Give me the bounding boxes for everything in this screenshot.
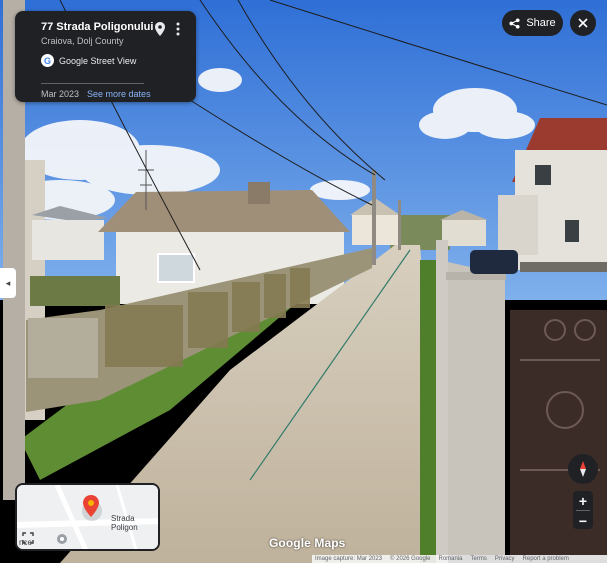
- compass-icon: [580, 461, 586, 477]
- street-view-brand: G Google Street View: [41, 54, 184, 67]
- region-link[interactable]: Romania: [439, 556, 463, 562]
- copyright: © 2026 Google: [390, 556, 431, 562]
- zoom-control: + −: [573, 491, 593, 529]
- location-info-card: 77 Strada Poligonului Craiova, Dolj Coun…: [15, 11, 196, 102]
- location-marker-icon: [83, 495, 99, 517]
- zoom-out-button[interactable]: −: [573, 511, 593, 530]
- capture-date-row: Mar 2023 See more dates: [41, 89, 151, 99]
- zoom-in-button[interactable]: +: [573, 491, 593, 510]
- google-maps-logo: Google Maps: [269, 536, 346, 550]
- street-view-brand-label: Google Street View: [59, 55, 137, 66]
- chevron-left-icon: ◂: [5, 277, 11, 288]
- more-vert-icon[interactable]: [174, 22, 182, 36]
- close-button[interactable]: [570, 10, 596, 36]
- location-subtitle: Craiova, Dolj County: [41, 36, 124, 46]
- share-label: Share: [526, 17, 556, 29]
- google-g-icon: G: [41, 54, 54, 67]
- close-icon: [578, 18, 588, 28]
- minimap-street-label: Strada Poligon: [111, 514, 138, 532]
- see-more-dates-link[interactable]: See more dates: [87, 89, 151, 99]
- image-capture-date: Image capture: Mar 2023: [315, 556, 383, 562]
- map-pin-icon[interactable]: [154, 22, 166, 36]
- share-button[interactable]: Share: [502, 10, 563, 36]
- capture-date: Mar 2023: [41, 89, 80, 99]
- minimap[interactable]: Strada Poligon nce: [15, 483, 160, 551]
- expand-icon[interactable]: [22, 532, 34, 544]
- terms-link[interactable]: Terms: [471, 556, 487, 562]
- privacy-link[interactable]: Privacy: [495, 556, 515, 562]
- share-icon: [509, 17, 520, 29]
- compass-button[interactable]: [568, 454, 598, 484]
- report-problem-link[interactable]: Report a problem: [523, 556, 569, 562]
- attribution-bar: Image capture: Mar 2023 © 2026 Google Ro…: [312, 555, 607, 563]
- info-divider: [41, 83, 144, 84]
- pegman-dot-icon: [57, 534, 67, 544]
- street-view-panorama[interactable]: 77 Strada Poligonului Craiova, Dolj Coun…: [0, 0, 607, 563]
- side-panel-toggle[interactable]: ◂: [0, 268, 16, 298]
